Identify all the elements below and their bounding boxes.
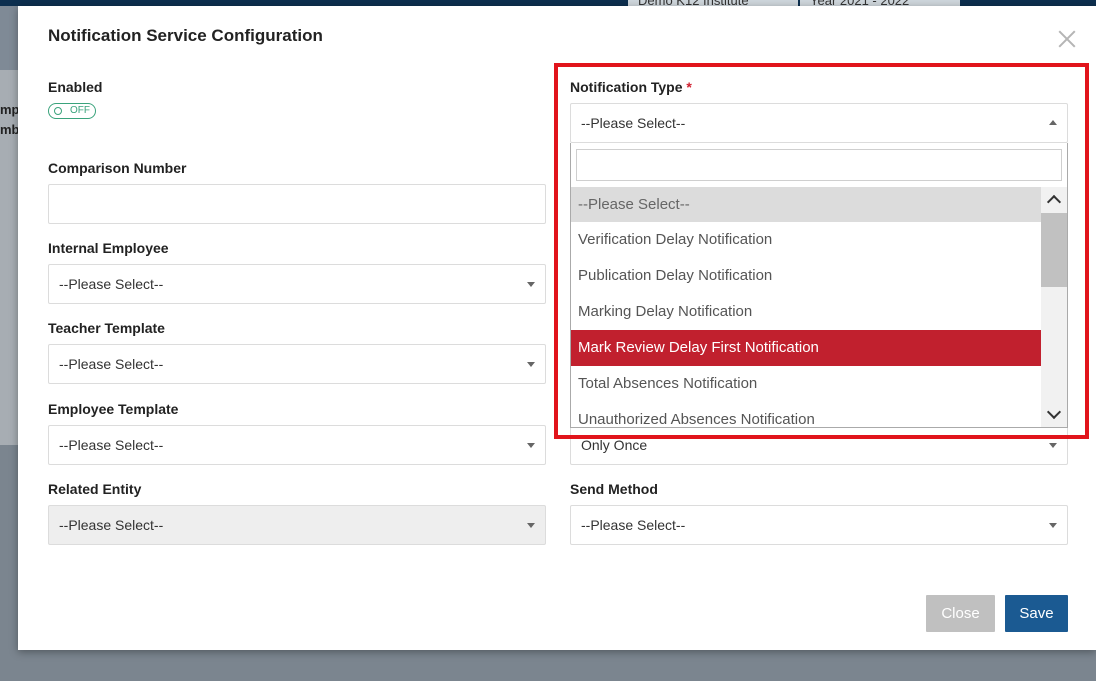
scroll-up-icon[interactable] (1046, 194, 1062, 210)
send-method-select[interactable]: --Please Select-- (570, 505, 1068, 545)
background-lower (0, 445, 18, 681)
chevron-up-icon (1049, 120, 1057, 125)
required-mark: * (686, 79, 692, 95)
modal-title: Notification Service Configuration (48, 26, 323, 45)
internal-employee-select[interactable]: --Please Select-- (48, 264, 546, 304)
chevron-down-icon (527, 523, 535, 528)
notification-type-value: --Please Select-- (581, 115, 686, 131)
background-bottom (0, 650, 1096, 681)
dropdown-option[interactable]: Verification Delay Notification (571, 222, 1041, 258)
dropdown-options-list: --Please Select-- Verification Delay Not… (571, 187, 1041, 427)
employee-template-label: Employee Template (48, 401, 179, 417)
notification-config-modal: Notification Service Configuration Enabl… (18, 6, 1096, 650)
scrollbar-thumb[interactable] (1041, 213, 1067, 287)
internal-employee-label: Internal Employee (48, 240, 169, 256)
employee-template-select[interactable]: --Please Select-- (48, 425, 546, 465)
close-icon[interactable] (1056, 28, 1078, 50)
teacher-template-value: --Please Select-- (59, 356, 164, 372)
save-button[interactable]: Save (1005, 595, 1068, 632)
notification-type-select[interactable]: --Please Select-- (570, 103, 1068, 143)
notification-type-label-text: Notification Type (570, 79, 683, 95)
teacher-template-select[interactable]: --Please Select-- (48, 344, 546, 384)
scroll-down-icon[interactable] (1046, 404, 1062, 420)
frequency-select[interactable]: Only Once (570, 425, 1068, 465)
related-entity-label: Related Entity (48, 481, 142, 497)
dropdown-option[interactable]: Total Absences Notification (571, 366, 1041, 402)
comparison-number-label: Comparison Number (48, 160, 187, 176)
teacher-template-label: Teacher Template (48, 320, 165, 336)
background-panel: mp mb (0, 70, 18, 445)
chevron-down-icon (527, 362, 535, 367)
comparison-number-input[interactable] (48, 184, 546, 224)
related-entity-value: --Please Select-- (59, 517, 164, 533)
dropdown-option-highlighted[interactable]: Mark Review Delay First Notification (571, 330, 1041, 366)
employee-template-value: --Please Select-- (59, 437, 164, 453)
enabled-label: Enabled (48, 79, 103, 95)
toggle-knob-icon (54, 107, 62, 115)
toggle-text: OFF (70, 105, 90, 116)
chevron-down-icon (527, 443, 535, 448)
notification-type-label: Notification Type * (570, 79, 692, 95)
enabled-toggle[interactable]: OFF (48, 103, 96, 119)
send-method-label: Send Method (570, 481, 658, 497)
dropdown-option[interactable]: --Please Select-- (571, 187, 1041, 222)
background-stub-1: mp (0, 102, 18, 117)
notification-type-dropdown: --Please Select-- Verification Delay Not… (570, 143, 1068, 428)
dropdown-search-input[interactable] (576, 149, 1062, 181)
internal-employee-value: --Please Select-- (59, 276, 164, 292)
background-stub-2: mb (0, 122, 18, 137)
dropdown-option[interactable]: Unauthorized Absences Notification (571, 402, 1041, 427)
dropdown-option[interactable]: Marking Delay Notification (571, 294, 1041, 330)
chevron-down-icon (1049, 443, 1057, 448)
chevron-down-icon (527, 282, 535, 287)
chevron-down-icon (1049, 523, 1057, 528)
dropdown-scrollbar[interactable] (1041, 187, 1067, 427)
frequency-value: Only Once (581, 437, 648, 453)
close-button[interactable]: Close (926, 595, 995, 632)
related-entity-select: --Please Select-- (48, 505, 546, 545)
dropdown-option[interactable]: Publication Delay Notification (571, 258, 1041, 294)
send-method-value: --Please Select-- (581, 517, 686, 533)
